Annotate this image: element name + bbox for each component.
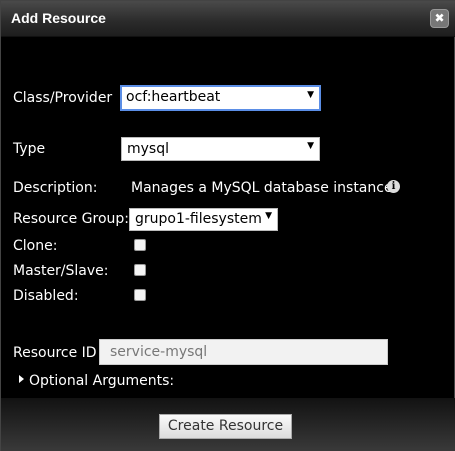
master-slave-checkbox[interactable] bbox=[134, 264, 146, 276]
chevron-down-icon: ▼ bbox=[307, 90, 314, 100]
resource-group-value: grupo1-filesystem bbox=[135, 211, 262, 227]
class-provider-value: ocf:heartbeat bbox=[126, 89, 221, 105]
class-provider-select[interactable]: ocf:heartbeat ▼ bbox=[120, 85, 321, 111]
disabled-checkbox[interactable] bbox=[134, 289, 146, 301]
clone-checkbox[interactable] bbox=[134, 239, 146, 251]
resource-id-input[interactable]: service-mysql bbox=[99, 339, 388, 365]
resource-id-label: Resource ID bbox=[13, 345, 97, 361]
type-label: Type bbox=[13, 141, 46, 157]
type-select[interactable]: mysql ▼ bbox=[121, 137, 320, 161]
master-slave-label: Master/Slave: bbox=[13, 263, 109, 279]
disabled-label: Disabled: bbox=[13, 288, 79, 304]
close-icon[interactable]: ✖ bbox=[430, 9, 449, 28]
class-provider-label: Class/Provider bbox=[13, 90, 113, 106]
chevron-down-icon: ▼ bbox=[265, 211, 272, 221]
create-resource-button[interactable]: Create Resource bbox=[159, 414, 292, 439]
chevron-down-icon: ▼ bbox=[307, 141, 314, 151]
triangle-right-icon[interactable] bbox=[19, 375, 24, 383]
clone-label: Clone: bbox=[13, 238, 58, 254]
resource-group-select[interactable]: grupo1-filesystem ▼ bbox=[129, 208, 278, 231]
resource-id-placeholder: service-mysql bbox=[110, 344, 208, 360]
description-text: Manages a MySQL database instance bbox=[131, 180, 393, 196]
info-icon[interactable]: i bbox=[387, 180, 400, 193]
type-value: mysql bbox=[127, 141, 169, 157]
dialog-titlebar: Add Resource ✖ bbox=[1, 1, 455, 37]
add-resource-dialog: Add Resource ✖ Class/Provider ocf:heartb… bbox=[0, 0, 455, 451]
dialog-title: Add Resource bbox=[11, 10, 106, 26]
resource-group-label: Resource Group: bbox=[13, 211, 129, 227]
description-label: Description: bbox=[13, 180, 98, 196]
optional-arguments-toggle[interactable]: Optional Arguments: bbox=[29, 373, 174, 389]
